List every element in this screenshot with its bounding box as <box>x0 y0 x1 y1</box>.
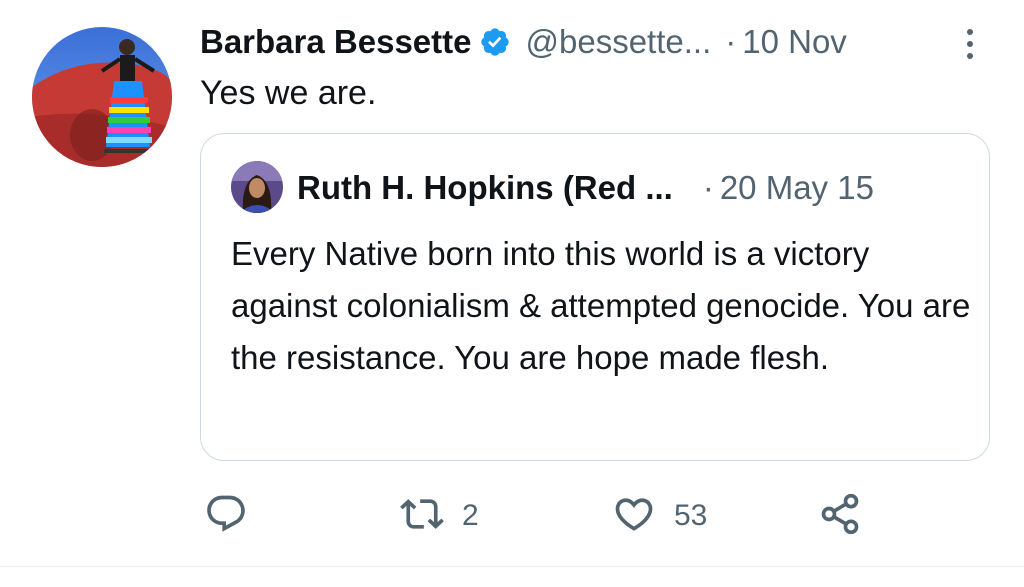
retweet-button[interactable]: 2 <box>400 486 479 546</box>
quoted-author-name: Ruth H. Hopkins (Red ... <box>297 169 673 206</box>
share-icon <box>818 492 862 541</box>
author-display-name[interactable]: Barbara Bessette <box>200 23 471 61</box>
reply-icon <box>204 492 248 541</box>
retweet-count: 2 <box>462 499 479 532</box>
quoted-tweet-header: Ruth H. Hopkins (Red ... · 20 May 15 <box>297 164 977 212</box>
reply-button[interactable] <box>204 486 266 546</box>
tweet-text: Yes we are. <box>200 74 377 112</box>
quoted-header-separator: · <box>702 169 714 206</box>
like-button[interactable]: 53 <box>612 486 707 546</box>
quoted-tweet-card[interactable]: Ruth H. Hopkins (Red ... · 20 May 15 Eve… <box>200 133 990 461</box>
author-handle[interactable]: @bessette... <box>525 23 711 61</box>
heart-icon <box>612 492 656 541</box>
share-button[interactable] <box>818 486 862 546</box>
author-avatar[interactable] <box>32 27 172 167</box>
tweet-date[interactable]: 10 Nov <box>742 23 847 61</box>
header-separator: · <box>725 23 737 60</box>
divider <box>0 566 1024 567</box>
more-vertical-icon[interactable] <box>958 24 982 64</box>
quoted-tweet-text: Every Native born into this world is a v… <box>231 235 971 376</box>
author-avatar-image <box>32 27 172 167</box>
verified-badge-icon <box>479 26 511 58</box>
quoted-tweet-date: 20 May 15 <box>719 169 874 206</box>
tweet-actions: 2 53 <box>200 486 990 546</box>
quoted-author-avatar-image <box>231 161 283 213</box>
tweet[interactable]: Barbara Bessette @bessette... · 10 Nov Y… <box>0 0 1024 566</box>
quoted-author-avatar[interactable] <box>231 161 283 213</box>
retweet-icon <box>400 492 444 541</box>
tweet-header: Barbara Bessette @bessette... · 10 Nov <box>200 18 990 66</box>
like-count: 53 <box>674 499 708 532</box>
